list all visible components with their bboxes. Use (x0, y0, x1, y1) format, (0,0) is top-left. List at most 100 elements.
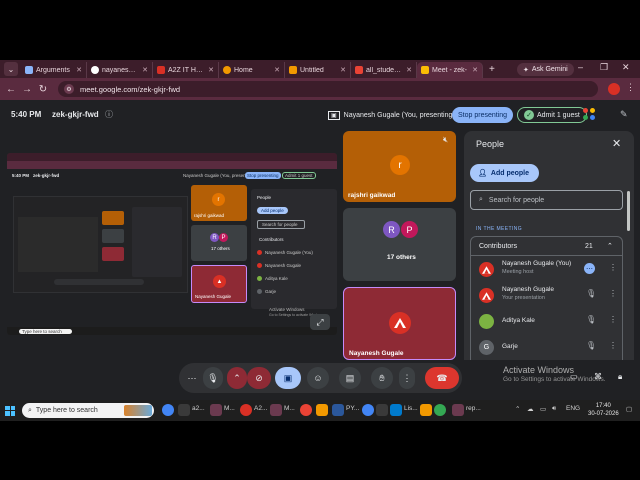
volume-icon[interactable]: 🔊︎ (552, 405, 556, 413)
close-icon[interactable]: ✕ (406, 66, 412, 74)
close-icon[interactable]: ✕ (472, 66, 478, 74)
close-icon[interactable]: ✕ (76, 66, 82, 74)
battery-icon[interactable]: ▭ (540, 405, 546, 413)
window-close-icon[interactable]: ✕ (622, 62, 630, 73)
tile-nayanesh[interactable]: Nayanesh Gugale (343, 287, 456, 360)
meeting-info-icon[interactable]: ⓘ (105, 109, 113, 120)
camera-off-button[interactable]: ⊘ (247, 367, 271, 389)
participant-row[interactable]: G Garje 🎙︎ ⋮ (470, 334, 623, 360)
back-icon[interactable]: ← (3, 84, 19, 95)
tile-others[interactable]: R P 17 others (343, 208, 456, 281)
mic-button[interactable]: 🎙︎ (203, 367, 223, 389)
taskbar-app-icon[interactable] (332, 404, 344, 416)
minimize-icon[interactable]: – (578, 62, 583, 72)
taskbar-app-icon[interactable] (434, 404, 446, 416)
taskbar-search-input[interactable]: ⌕ Type here to search (22, 403, 154, 418)
add-people-button[interactable]: 👤︎ Add people (470, 164, 540, 182)
address-bar[interactable]: ⚙ meet.google.com/zek-gkjr-fwd (58, 81, 598, 97)
shared-text: rajshri gaikwad (194, 213, 225, 218)
tab-arguments[interactable]: Arguments ✕ (21, 62, 87, 78)
activities-icon[interactable]: ⌘ (594, 372, 602, 381)
contributors-section[interactable]: Contributors 21 ⌃ (470, 236, 623, 256)
taskbar-app-icon[interactable] (240, 404, 252, 416)
more-options-icon[interactable]: ⋮ (399, 367, 415, 389)
tile-name: 17 others (387, 254, 416, 261)
profile-avatar[interactable] (608, 83, 620, 95)
taskbar-app-label[interactable]: Lis... (404, 405, 418, 412)
stop-presenting-button[interactable]: Stop presenting (452, 107, 514, 123)
taskbar-app-label[interactable]: M... (224, 405, 235, 412)
taskbar-app-icon[interactable] (316, 404, 328, 416)
site-info-icon[interactable]: ⚙ (64, 84, 74, 94)
close-icon[interactable]: ✕ (142, 66, 148, 74)
taskbar-app-icon[interactable] (300, 404, 312, 416)
notification-icon[interactable]: ▢ (626, 405, 632, 413)
chevron-up-icon[interactable]: ⌃ (607, 242, 613, 250)
network-icon[interactable]: ☁ (527, 405, 534, 413)
more-options-icon[interactable]: ⋮ (609, 315, 617, 324)
taskbar-app-label[interactable]: PY... (346, 405, 359, 412)
close-icon[interactable]: ✕ (612, 137, 621, 150)
taskbar-app-label[interactable]: M... (284, 405, 295, 412)
taskview-icon[interactable] (178, 404, 190, 416)
taskbar-app-icon[interactable] (362, 404, 374, 416)
participant-row[interactable]: Nayanesh Gugale (You) Meeting host ⋯ ⋮ (470, 256, 623, 282)
tab-favicon (289, 66, 297, 74)
tile-name: rajshri gaikwad (348, 192, 396, 199)
tab-home[interactable]: Home ✕ (219, 62, 285, 78)
restore-icon[interactable]: ❐ (600, 62, 608, 73)
chat-icon[interactable]: ▭ (570, 372, 578, 381)
browser-menu-icon[interactable]: ⋮ (626, 82, 635, 93)
ask-gemini-button[interactable]: ✦ Ask Gemini (517, 63, 574, 76)
tab-meet[interactable]: Meet - zek- ✕ (417, 62, 483, 78)
participant-row[interactable]: Nayanesh Gugale Your presentation 🎙︎ ⋮ (470, 282, 623, 308)
taskbar-app-icon[interactable] (420, 404, 432, 416)
close-icon[interactable]: ✕ (208, 66, 214, 74)
tile-rajshri[interactable]: r 🔇︎ rajshri gaikwad (343, 131, 456, 202)
tab-favicon (223, 66, 231, 74)
more-options-icon[interactable]: ⋮ (609, 341, 617, 350)
new-tab-icon[interactable]: + (489, 64, 495, 75)
more-options-icon[interactable]: ⋮ (609, 289, 617, 298)
participant-row[interactable]: Aditya Kale 🎙︎ ⋮ (470, 308, 623, 334)
emoji-icon[interactable]: ☺ (307, 367, 329, 389)
tray-language[interactable]: ENG (566, 405, 580, 412)
edit-pen-icon[interactable]: ✎ (620, 109, 628, 120)
windows-start-icon[interactable] (5, 405, 15, 416)
tab-all-students[interactable]: all_students ✕ (351, 62, 417, 78)
leave-call-button[interactable]: ☎︎ (425, 367, 459, 389)
scrollbar[interactable] (627, 191, 630, 231)
mic-options-icon[interactable]: ⌃ (227, 367, 247, 389)
raise-hand-icon[interactable]: ✋︎ (371, 367, 393, 389)
shared-text: Add people (257, 207, 288, 214)
taskbar-app-icon[interactable] (270, 404, 282, 416)
people-search-input[interactable]: ⌕ Search for people (470, 190, 623, 210)
taskbar-app-icon[interactable] (376, 404, 388, 416)
taskbar-app-label[interactable]: rep... (466, 405, 481, 412)
more-options-icon[interactable]: ⋮ (609, 263, 617, 272)
admit-label: Admit 1 guest (537, 111, 580, 119)
admit-guest-button[interactable]: ✓ Admit 1 guest (517, 107, 587, 123)
close-icon[interactable]: ✕ (340, 66, 346, 74)
taskbar-clock[interactable]: 17:40 30-07-2026 (588, 402, 619, 418)
tab-search-icon[interactable]: ⌄ (4, 62, 18, 76)
taskbar-app-icon[interactable] (452, 404, 464, 416)
taskbar-app-icon[interactable] (210, 404, 222, 416)
taskbar-app-label[interactable]: a2... (192, 405, 205, 412)
tab-untitled[interactable]: Untitled ✕ (285, 62, 351, 78)
tab-a2z[interactable]: A2Z IT HUB ✕ (153, 62, 219, 78)
reload-icon[interactable]: ↻ (35, 84, 51, 95)
chrome-icon[interactable] (162, 404, 174, 416)
vscode-icon[interactable] (390, 404, 402, 416)
more-actions-icon[interactable]: ⋯ (181, 367, 203, 389)
close-icon[interactable]: ✕ (274, 66, 280, 74)
expand-icon[interactable]: ⤢ (310, 314, 330, 330)
tray-chevron-icon[interactable]: ⌃ (515, 405, 520, 413)
present-button[interactable]: ▣ (275, 367, 301, 389)
captions-icon[interactable]: ▤ (339, 367, 361, 389)
taskbar-app-label[interactable]: A2... (254, 405, 267, 412)
forward-icon[interactable]: → (19, 84, 35, 95)
lock-icon[interactable]: 🔒︎ (618, 372, 622, 382)
tab-github[interactable]: nayanesh-gu ✕ (87, 62, 153, 78)
meeting-apps-icon[interactable] (583, 108, 597, 122)
